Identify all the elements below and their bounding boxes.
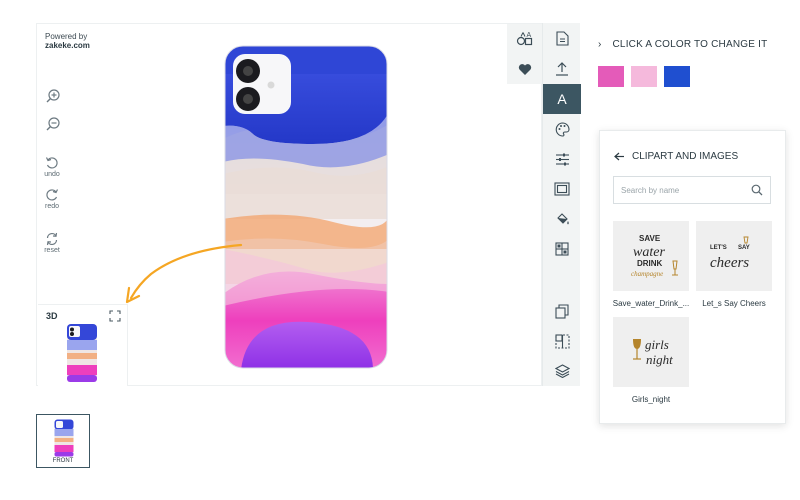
adjustments-button[interactable] [543, 144, 581, 174]
frames-button[interactable] [543, 174, 581, 204]
color-swatch-blue[interactable] [664, 66, 690, 87]
svg-text:A: A [527, 32, 532, 39]
side-label: FRONT [52, 458, 74, 464]
editor-toolbar: A [542, 23, 581, 386]
clipart-art-text: night [646, 352, 673, 367]
add-text-button[interactable]: A [543, 84, 581, 114]
shapes-icon: A [516, 32, 533, 46]
side-front-thumbnail[interactable]: FRONT [36, 414, 90, 468]
powered-by-text: Powered by [45, 32, 88, 41]
search-input[interactable] [614, 177, 744, 203]
favorite-button[interactable] [507, 54, 543, 84]
zoom-out-button[interactable] [38, 116, 68, 132]
color-swatch-pink[interactable] [598, 66, 624, 87]
zoom-in-icon [46, 89, 60, 103]
product-info-button[interactable] [543, 23, 581, 53]
clipart-search[interactable] [613, 176, 771, 204]
chevron-right-icon: › [598, 39, 602, 50]
zoom-in-button[interactable] [38, 88, 68, 104]
clipart-art-text: DRINK [637, 259, 663, 268]
clipart-item-save-water[interactable]: SAVE water DRINK champagne [613, 221, 689, 291]
reset-label: reset [44, 247, 60, 254]
fullscreen-icon [109, 310, 121, 322]
templates-button[interactable] [543, 234, 581, 264]
clipart-title: CLIPART AND IMAGES [632, 151, 739, 162]
frame-icon [554, 182, 570, 196]
clipart-item-lets-say-cheers[interactable]: LET'S SAY cheers [696, 221, 772, 291]
customizer-app: Powered by zakeke.com undo redo reset A … [0, 0, 800, 500]
clipart-art-text: LET'S [710, 245, 727, 251]
layers-button[interactable] [543, 356, 581, 386]
palette-icon [555, 121, 570, 137]
clipart-panel: CLIPART AND IMAGES SAVE water DRINK cham… [599, 130, 786, 424]
upload-button[interactable] [543, 53, 581, 83]
clipart-art-text: girls [645, 337, 669, 352]
design-canvas[interactable]: Powered by zakeke.com undo redo reset A … [36, 23, 543, 386]
upload-icon [556, 61, 568, 76]
powered-by[interactable]: Powered by zakeke.com [45, 32, 90, 50]
clipart-caption: Let_s Say Cheers [702, 299, 766, 308]
preview-3d-thumbnail [67, 324, 97, 382]
color-section-header[interactable]: › CLICK A COLOR TO CHANGE IT [598, 39, 767, 50]
mirror-button[interactable] [543, 326, 581, 356]
fill-button[interactable] [543, 204, 581, 234]
text-icon: A [557, 91, 567, 107]
front-side-image [54, 419, 74, 457]
preview-3d-label: 3D [46, 311, 58, 321]
heart-icon [518, 63, 532, 75]
clipart-art-text: SAVE [639, 234, 661, 243]
reset-icon [46, 232, 58, 246]
clipart-art-text: SAY [738, 245, 750, 251]
back-arrow-icon[interactable] [614, 152, 625, 161]
redo-label: redo [44, 203, 59, 210]
grid-icon [555, 242, 569, 256]
clipart-art-text: cheers [710, 255, 749, 271]
clipart-header[interactable]: CLIPART AND IMAGES [614, 151, 738, 162]
sliders-icon [555, 153, 569, 165]
clipart-item-girls-night[interactable]: girls night [613, 317, 689, 387]
colors-button[interactable] [543, 114, 581, 144]
clipart-art-text: water [633, 245, 665, 260]
copy-icon [555, 303, 569, 319]
paint-bucket-icon [556, 212, 569, 224]
undo-button[interactable]: undo [37, 156, 67, 178]
redo-button[interactable]: redo [37, 188, 67, 210]
undo-label: undo [44, 171, 60, 178]
duplicate-button[interactable] [543, 296, 581, 326]
phone-case-image [224, 45, 388, 369]
color-section-title: CLICK A COLOR TO CHANGE IT [612, 39, 768, 50]
brand-link[interactable]: zakeke.com [45, 41, 90, 50]
layers-icon [554, 364, 570, 378]
preview-3d[interactable]: 3D [38, 304, 128, 386]
clipart-thumbnail: girls night [633, 337, 673, 367]
canvas-quick-actions: A [507, 24, 543, 84]
search-icon[interactable] [751, 184, 763, 196]
clipart-thumbnail: SAVE water DRINK champagne [631, 234, 678, 278]
undo-icon [45, 157, 58, 169]
clipart-caption: Girls_night [631, 395, 671, 404]
zoom-out-icon [46, 117, 60, 131]
clipart-caption: Save_water_Drink_... [612, 299, 690, 308]
mirror-grid-icon [554, 333, 570, 349]
shapes-button[interactable]: A [507, 24, 543, 54]
product-phone-case[interactable] [223, 44, 389, 370]
redo-icon [46, 189, 59, 201]
fullscreen-button[interactable] [109, 309, 121, 327]
clipart-thumbnail: LET'S SAY cheers [710, 236, 750, 271]
reset-button[interactable]: reset [37, 232, 67, 254]
color-swatch-light-pink[interactable] [631, 66, 657, 87]
clipart-art-text: champagne [631, 270, 663, 278]
document-icon [555, 30, 569, 46]
hint-arrow-icon [125, 243, 243, 304]
